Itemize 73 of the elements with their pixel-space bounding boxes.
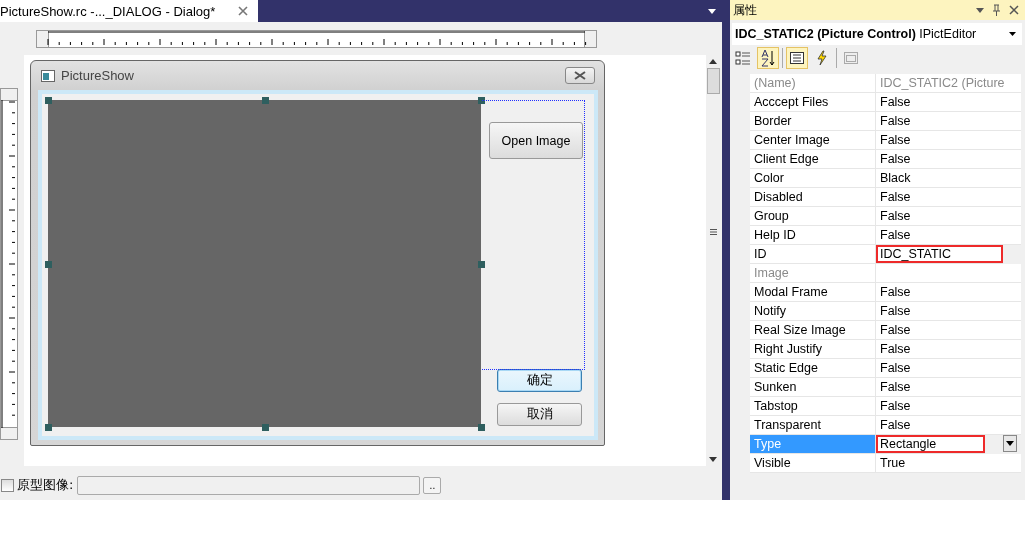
dialog-title: PictureShow — [61, 68, 134, 83]
caret-icon — [1006, 441, 1014, 446]
panel-title: 属性 — [733, 1, 757, 19]
pin-icon[interactable] — [992, 4, 1001, 16]
property-value[interactable]: False — [876, 188, 1021, 207]
dropdown-icon[interactable] — [1009, 32, 1016, 36]
property-value[interactable]: False — [876, 340, 1021, 359]
list-icon[interactable] — [786, 47, 808, 69]
dialog-button[interactable]: 确定 — [497, 369, 582, 392]
property-value[interactable]: IDC_STATIC — [876, 245, 1003, 264]
dropdown-button[interactable] — [1003, 435, 1017, 452]
property-value[interactable]: False — [876, 359, 1021, 378]
property-name[interactable]: Border — [750, 112, 876, 131]
scroll-down-icon[interactable] — [709, 457, 717, 462]
property-name[interactable]: Transparent — [750, 416, 876, 435]
dialog-button[interactable]: 取消 — [497, 403, 582, 426]
resize-handle[interactable] — [478, 97, 485, 104]
object-selector[interactable]: IDC_STATIC2 (Picture Control) IPictEditor — [732, 23, 1022, 45]
property-name[interactable]: Modal Frame — [750, 283, 876, 302]
dialog-button[interactable]: Open Image — [489, 122, 583, 159]
property-value[interactable]: True — [876, 454, 1021, 473]
resize-handle[interactable] — [45, 97, 52, 104]
property-name[interactable]: Real Size Image — [750, 321, 876, 340]
resize-handle[interactable] — [261, 97, 269, 104]
property-value[interactable]: False — [876, 112, 1021, 131]
path-field[interactable] — [77, 475, 421, 495]
dropdown-icon[interactable] — [976, 7, 984, 13]
resize-handle[interactable] — [45, 260, 52, 268]
property-value[interactable]: Black — [876, 169, 1021, 188]
resize-handle[interactable] — [45, 424, 52, 431]
property-value[interactable]: Rectangle — [876, 435, 985, 454]
property-value[interactable]: False — [876, 321, 1021, 340]
property-value[interactable]: False — [876, 378, 1021, 397]
property-value[interactable]: False — [876, 226, 1021, 245]
property-value[interactable]: False — [876, 150, 1021, 169]
property-value[interactable]: False — [876, 207, 1021, 226]
property-name[interactable]: Sunken — [750, 378, 876, 397]
property-name[interactable]: Group — [750, 207, 876, 226]
property-value[interactable]: False — [876, 397, 1021, 416]
property-name[interactable]: Notify — [750, 302, 876, 321]
property-value[interactable]: False — [876, 93, 1021, 112]
property-value[interactable]: False — [876, 283, 1021, 302]
document-tab[interactable]: PictureShow.rc -..._DIALOG - Dialog* — [0, 0, 258, 22]
scroll-thumb[interactable] — [706, 68, 720, 94]
close-icon — [574, 71, 586, 80]
property-value[interactable]: False — [876, 416, 1021, 435]
property-name[interactable]: Help ID — [750, 226, 876, 245]
grip-icon[interactable] — [709, 229, 717, 235]
scroll-up-icon[interactable] — [709, 59, 717, 64]
property-name[interactable]: Acccept Files — [750, 93, 876, 112]
close-icon[interactable] — [1009, 5, 1019, 15]
property-name[interactable]: Disabled — [750, 188, 876, 207]
property-value[interactable]: False — [876, 302, 1021, 321]
close-button[interactable] — [565, 67, 595, 84]
property-name[interactable]: Tabstop — [750, 397, 876, 416]
property-name[interactable]: ID — [750, 245, 876, 264]
property-value[interactable]: False — [876, 131, 1021, 150]
checkbox[interactable] — [1, 478, 14, 492]
app-icon — [41, 69, 55, 82]
dropdown-icon[interactable] — [708, 8, 716, 14]
close-icon[interactable] — [238, 6, 248, 16]
property-name[interactable]: Client Edge — [750, 150, 876, 169]
browse-button[interactable]: .. — [423, 476, 442, 494]
property-name[interactable]: Static Edge — [750, 359, 876, 378]
property-name[interactable]: Visible — [750, 454, 876, 473]
property-name[interactable]: Right Justify — [750, 340, 876, 359]
property-name[interactable]: Color — [750, 169, 876, 188]
resize-handle[interactable] — [478, 260, 485, 268]
sort-az-icon[interactable] — [757, 47, 779, 69]
resize-handle[interactable] — [478, 424, 485, 431]
resize-handle[interactable] — [261, 424, 269, 431]
checkbox-label: 原型图像: — [17, 476, 74, 494]
property-name[interactable]: Center Image — [750, 131, 876, 150]
